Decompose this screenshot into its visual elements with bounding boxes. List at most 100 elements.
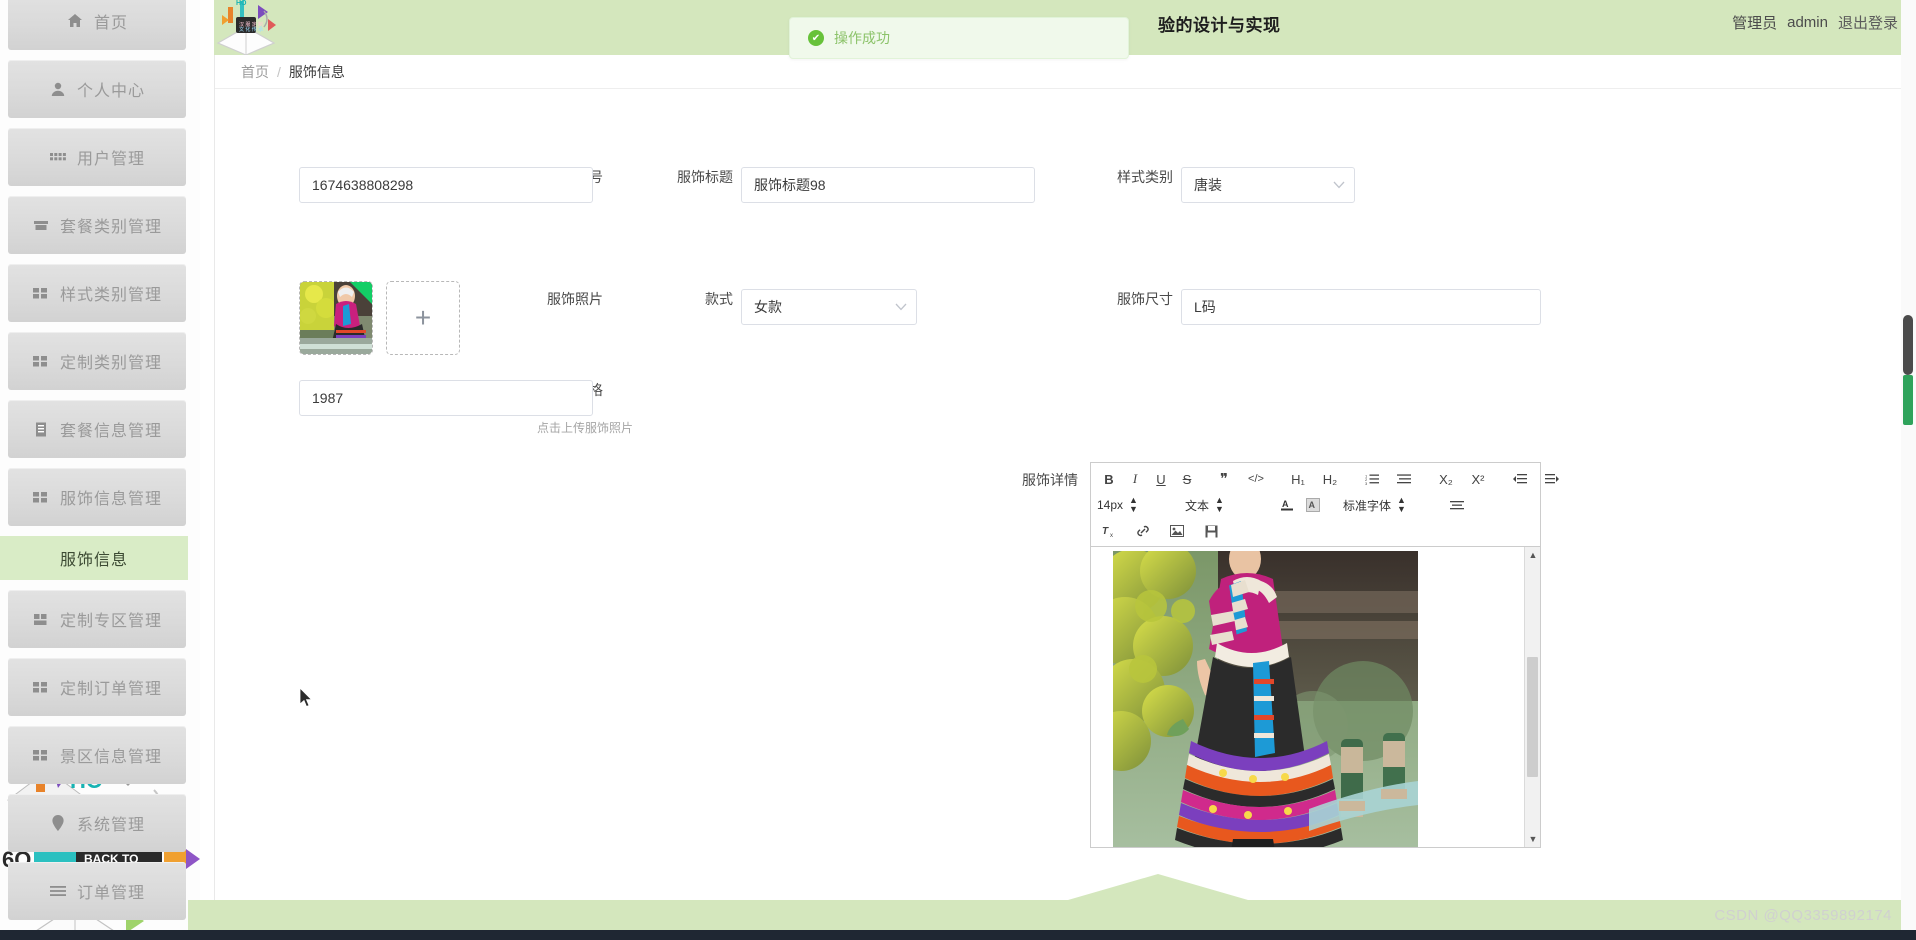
sidebar-item-home[interactable]: 首页 (8, 0, 186, 50)
sidebar-item-label: 系统管理 (76, 817, 145, 834)
sidebar-item-package-info[interactable]: 套餐信息管理 (8, 400, 186, 458)
editor-scrollbar-thumb[interactable] (1527, 657, 1538, 777)
spinner-icon: ▲ ▼ (1129, 495, 1138, 514)
text-color-icon[interactable]: A (1275, 495, 1299, 516)
plus-icon: + (414, 302, 432, 333)
heading1-icon[interactable]: H₁ (1283, 469, 1313, 490)
background-color-icon[interactable]: A (1301, 495, 1325, 516)
page-scrollbar[interactable] (1901, 0, 1916, 940)
clothing-price-input[interactable] (299, 380, 593, 416)
sidebar-item-package-category[interactable]: 套餐类别管理 (8, 196, 186, 254)
bold-icon[interactable]: B (1097, 469, 1121, 490)
site-logo[interactable]: 汉 服 定 制 文 化 传 承 HO (210, 0, 282, 59)
superscript-icon[interactable]: X² (1463, 469, 1493, 490)
clear-format-icon[interactable]: Tx (1097, 521, 1121, 542)
model-select[interactable]: 女款 (741, 289, 917, 325)
editor-toolbar[interactable]: B I U S ❞ </> H₁ H₂ 123 X₂ X² 14px ▲ ▼ 文… (1091, 463, 1559, 547)
sidebar-item-clothing-info-mgmt[interactable]: 服饰信息管理 (8, 468, 186, 526)
main-area: 汉 服 定 制 文 化 传 承 HO 验的设计与实现 管理员 admin 退出登… (188, 0, 1916, 940)
svg-text:HO: HO (236, 0, 247, 7)
toast-message: 操作成功 (834, 30, 890, 46)
italic-icon[interactable]: I (1123, 469, 1147, 490)
text-style-select[interactable]: 文本 ▲ ▼ (1185, 495, 1263, 516)
svg-text:x: x (1110, 533, 1113, 538)
tiles-icon (32, 678, 50, 696)
page-root: HO 6O BACK TO (0, 0, 1916, 940)
box-icon (32, 216, 50, 234)
strikethrough-icon[interactable]: S (1175, 469, 1199, 490)
photo-thumbnail[interactable] (299, 281, 373, 355)
scroll-down-icon[interactable]: ▼ (1525, 831, 1540, 847)
align-icon[interactable] (1445, 495, 1469, 516)
tiles-icon (32, 610, 50, 628)
field-size-label: 服饰尺寸 (1117, 291, 1173, 307)
sidebar-item-style-category[interactable]: 样式类别管理 (8, 264, 186, 322)
subscript-icon[interactable]: X₂ (1431, 469, 1461, 490)
editor-toolbar-row-2: 14px ▲ ▼ 文本 ▲ ▼ A A 标准字体 ▲ ▼ (1097, 494, 1534, 516)
logout-button[interactable]: 退出登录 (1838, 12, 1898, 33)
field-title-label: 服饰标题 (677, 169, 733, 185)
bottom-strip (0, 930, 1916, 940)
svg-text:A: A (1309, 500, 1316, 510)
user-area: 管理员 admin 退出登录 (1732, 12, 1898, 33)
model-value: 女款 (741, 289, 917, 325)
page-title: 验的设计与实现 (1158, 16, 1281, 35)
svg-text:3: 3 (1365, 481, 1368, 485)
style-category-select[interactable]: 唐装 (1181, 167, 1355, 203)
editor-content[interactable]: ▲ ▼ (1091, 547, 1540, 847)
sidebar-item-label: 套餐类别管理 (59, 219, 162, 236)
field-detail-label: 服饰详情 (1022, 472, 1078, 488)
breadcrumb-home[interactable]: 首页 (241, 62, 269, 82)
sidebar-item-label: 订单管理 (76, 885, 145, 902)
field-model-label: 款式 (705, 291, 733, 307)
photo-uploader[interactable]: + (299, 281, 460, 355)
save-icon[interactable] (1199, 521, 1223, 542)
editor-scrollbar[interactable]: ▲ ▼ (1524, 547, 1540, 847)
sidebar-inner: 首页 个人中心 用户管理 套餐类别管理 样式类别管理 定制类别管理 套餐信息管理… (0, 0, 188, 920)
clothing-code-input[interactable] (299, 167, 593, 203)
clothing-title-input[interactable] (741, 167, 1035, 203)
sidebar-item-users[interactable]: 用户管理 (8, 128, 186, 186)
admin-role-label: 管理员 (1732, 15, 1778, 32)
sidebar-item-custom-category[interactable]: 定制类别管理 (8, 332, 186, 390)
ordered-list-icon[interactable]: 123 (1357, 469, 1387, 490)
sidebar-item-label: 个人中心 (76, 83, 145, 100)
font-size-value: 14px (1097, 498, 1124, 512)
sidebar-item-scenic-info[interactable]: 景区信息管理 (8, 726, 186, 784)
blockquote-icon[interactable]: ❞ (1209, 469, 1239, 490)
grid-icon (49, 148, 67, 166)
tiles-icon (32, 352, 50, 370)
code-icon[interactable]: </> (1241, 469, 1271, 490)
sidebar-subitem-clothing-info[interactable]: 服饰信息 (0, 536, 188, 580)
indent-icon[interactable] (1537, 469, 1567, 490)
page-scrollbar-thumb-secondary[interactable] (1903, 375, 1913, 425)
underline-icon[interactable]: U (1149, 469, 1173, 490)
image-icon[interactable] (1165, 521, 1189, 542)
sidebar-item-custom-zone[interactable]: 定制专区管理 (8, 590, 186, 648)
style-category-value: 唐装 (1181, 167, 1355, 203)
font-family-select[interactable]: 标准字体 ▲ ▼ (1343, 495, 1435, 516)
breadcrumb: 首页 / 服饰信息 (215, 55, 1915, 89)
sidebar[interactable]: 首页 个人中心 用户管理 套餐类别管理 样式类别管理 定制类别管理 套餐信息管理… (0, 0, 188, 940)
outdent-icon[interactable] (1505, 469, 1535, 490)
svg-text:文 化 传 承: 文 化 传 承 (239, 26, 263, 33)
heading2-icon[interactable]: H₂ (1315, 469, 1345, 490)
sidebar-item-label: 景区信息管理 (59, 749, 162, 766)
font-size-select[interactable]: 14px ▲ ▼ (1097, 495, 1167, 516)
link-icon[interactable] (1131, 521, 1155, 542)
page-scrollbar-thumb[interactable] (1903, 315, 1913, 375)
editor-toolbar-row-3: Tx (1097, 520, 1534, 542)
watermark: CSDN @QQ3359892174 (1714, 907, 1892, 924)
scroll-up-icon[interactable]: ▲ (1525, 547, 1540, 563)
clothing-size-input[interactable] (1181, 289, 1541, 325)
field-style-category-label: 样式类别 (1117, 169, 1173, 185)
content-card: 首页 / 服饰信息 服饰编号 服饰标题 样式类别 唐装 (214, 55, 1916, 940)
sidebar-item-system-mgmt[interactable]: 系统管理 (8, 794, 186, 852)
photo-add-button[interactable]: + (386, 281, 460, 355)
sidebar-item-order-mgmt[interactable]: 订单管理 (8, 862, 186, 920)
tiles-icon (32, 746, 50, 764)
bullet-list-icon[interactable] (1389, 469, 1419, 490)
tiles-icon (32, 284, 50, 302)
sidebar-item-profile[interactable]: 个人中心 (8, 60, 186, 118)
sidebar-item-custom-orders[interactable]: 定制订单管理 (8, 658, 186, 716)
